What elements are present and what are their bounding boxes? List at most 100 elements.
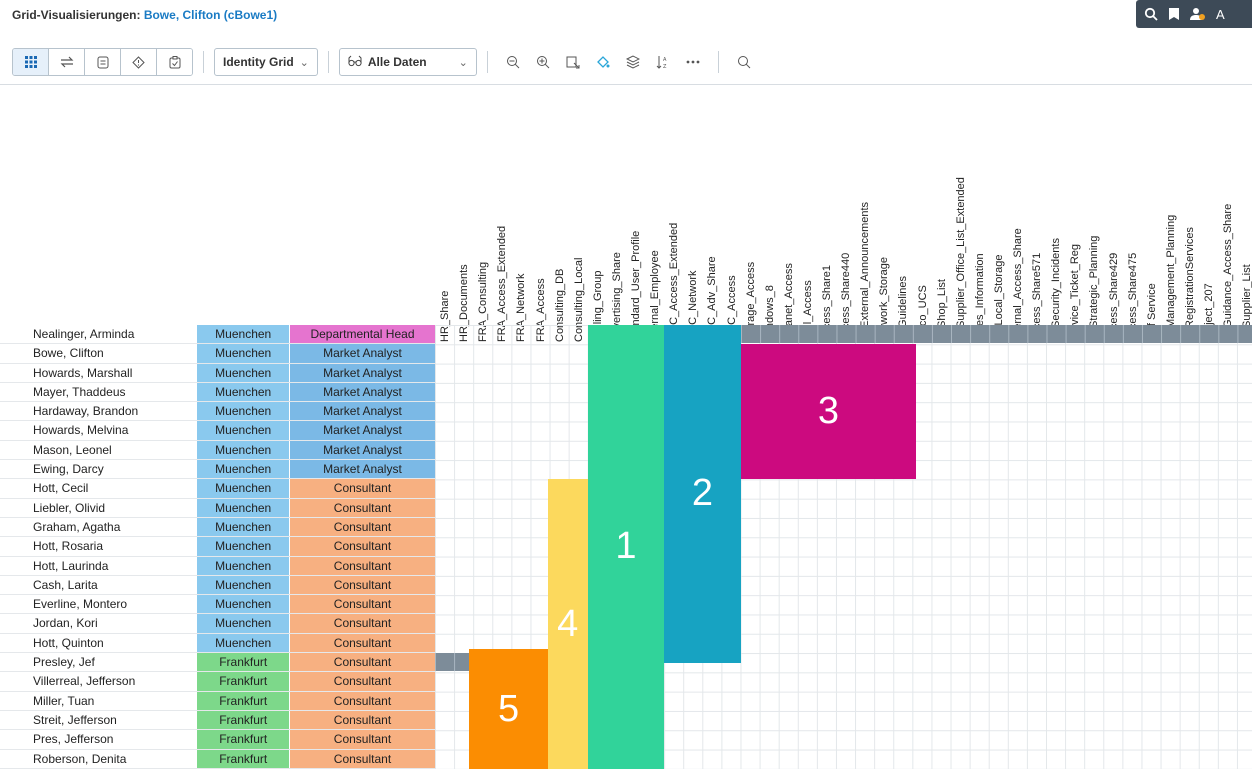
identity-name[interactable]: Roberson, Denita [0, 750, 197, 768]
fill-color-icon[interactable] [590, 49, 616, 75]
table-row[interactable]: Everline, Montero Muenchen Consultant [0, 595, 435, 615]
table-row[interactable]: Liebler, Olivid Muenchen Consultant [0, 498, 435, 518]
column-header[interactable]: R_RegistrationServices [1180, 102, 1199, 342]
column-header[interactable]: Mailing_Group [588, 102, 607, 342]
identity-name[interactable]: Everline, Montero [0, 595, 197, 613]
zoom-out-icon[interactable] [500, 49, 526, 75]
identity-name[interactable]: Streit, Jefferson [0, 711, 197, 729]
table-row[interactable]: Cash, Larita Muenchen Consultant [0, 575, 435, 596]
column-header[interactable]: MUC_Network [683, 102, 702, 342]
grid-cells[interactable]: 1 2 3 45 [435, 325, 1252, 769]
fit-screen-icon[interactable] [560, 49, 586, 75]
identity-name[interactable]: Howards, Marshall [0, 364, 197, 382]
column-header[interactable]: R_Supplier_Office_List_Extended [951, 102, 970, 342]
identity-name[interactable]: Presley, Jef [0, 653, 197, 671]
search-icon[interactable] [731, 49, 757, 75]
table-row[interactable]: Graham, Agatha Muenchen Consultant [0, 517, 435, 538]
column-header[interactable]: Internal_Employee [645, 102, 664, 342]
column-header[interactable]: FRA_Network [511, 102, 530, 342]
identity-name[interactable]: Jordan, Kori [0, 614, 197, 632]
identity-name[interactable]: Graham, Agatha [0, 518, 197, 536]
column-header[interactable]: R_Supplier_List [1237, 102, 1252, 342]
swap-icon[interactable] [49, 49, 85, 75]
grid-view-icon[interactable] [13, 49, 49, 75]
table-row[interactable]: Hott, Laurinda Muenchen Consultant [0, 556, 435, 576]
identity-name[interactable]: Villerreal, Jefferson [0, 672, 197, 690]
column-header[interactable]: Consulting_Local [569, 102, 588, 342]
table-row[interactable]: Streit, Jefferson Frankfurt Consultant [0, 710, 435, 731]
column-header[interactable]: FRA_Consulting [473, 102, 492, 342]
column-header[interactable]: W_Local_Storage [989, 102, 1008, 342]
column-header[interactable]: Access_Share429 [1104, 102, 1123, 342]
column-header[interactable]: Access_Share475 [1123, 102, 1142, 342]
column-header[interactable]: Access_Share571 [1027, 102, 1046, 342]
column-header[interactable]: Network_Storage [874, 102, 893, 342]
sort-icon[interactable]: AZ [650, 49, 676, 75]
column-header[interactable]: Cisco_UCS [913, 102, 932, 342]
table-row[interactable]: Pres, Jefferson Frankfurt Consultant [0, 730, 435, 750]
table-row[interactable]: Villerreal, Jefferson Frankfurt Consultant [0, 672, 435, 692]
column-header[interactable]: Access_Share1 [817, 102, 836, 342]
column-header[interactable]: Consulting_DB [550, 102, 569, 342]
identity-name[interactable]: Hott, Quinton [0, 634, 197, 652]
column-header[interactable]: MUC_Adv_Share [702, 102, 721, 342]
identity-name[interactable]: Cash, Larita [0, 576, 197, 594]
table-row[interactable]: Mason, Leonel Muenchen Market Analyst [0, 440, 435, 461]
table-row[interactable]: Hott, Cecil Muenchen Consultant [0, 479, 435, 499]
title-user-link[interactable]: Bowe, Clifton (cBowe1) [144, 8, 277, 22]
table-row[interactable]: Bowe, Clifton Muenchen Market Analyst [0, 344, 435, 364]
column-header[interactable]: R_External_Announcements [855, 102, 874, 342]
column-header[interactable]: MUC_Access_Extended [664, 102, 683, 342]
identity-name[interactable]: Mason, Leonel [0, 441, 197, 459]
column-header[interactable]: R_Guidance_Access_Share [1218, 102, 1237, 342]
table-row[interactable]: Hardaway, Brandon Muenchen Market Analyst [0, 402, 435, 422]
more-icon[interactable] [680, 49, 706, 75]
cluster-block-1[interactable]: 1 [587, 325, 665, 769]
identity-name[interactable]: Liebler, Olivid [0, 499, 197, 517]
document-icon[interactable] [85, 49, 121, 75]
identity-name[interactable]: Nealinger, Arminda [0, 325, 197, 343]
user-initial[interactable]: A [1216, 7, 1225, 22]
table-row[interactable]: Hott, Rosaria Muenchen Consultant [0, 537, 435, 557]
identity-name[interactable]: Hott, Cecil [0, 479, 197, 497]
column-header[interactable]: Self Service [1142, 102, 1161, 342]
column-header[interactable]: Advertising_Share [607, 102, 626, 342]
column-header[interactable]: R_Strategic_Planning [1084, 102, 1103, 342]
identity-name[interactable]: Hott, Rosaria [0, 537, 197, 555]
column-header[interactable]: HR_Share [435, 102, 454, 342]
identity-name[interactable]: Miller, Tuan [0, 692, 197, 710]
identity-name[interactable]: Hardaway, Brandon [0, 402, 197, 420]
cluster-block-5[interactable]: 5 [469, 649, 548, 769]
search-icon[interactable] [1144, 7, 1158, 21]
column-header[interactable]: R_Guidelines [893, 102, 912, 342]
column-header[interactable]: Intranet_Access [779, 102, 798, 342]
column-header[interactable]: FRA_Access [531, 102, 550, 342]
alert-icon[interactable] [121, 49, 157, 75]
table-row[interactable]: Mayer, Thaddeus Muenchen Market Analyst [0, 382, 435, 403]
table-row[interactable]: Presley, Jef Frankfurt Consultant [0, 653, 435, 673]
column-header[interactable]: Standard_User_Profile [626, 102, 645, 342]
clipboard-check-icon[interactable] [157, 49, 192, 75]
user-icon[interactable] [1190, 7, 1206, 21]
column-header[interactable]: HR_Documents [454, 102, 473, 342]
identity-name[interactable]: Hott, Laurinda [0, 557, 197, 575]
cluster-block-3[interactable]: 3 [740, 344, 917, 480]
column-header[interactable]: FRA_Access_Extended [492, 102, 511, 342]
view-dropdown[interactable]: Identity Grid ⌄ [214, 48, 318, 76]
table-row[interactable]: Ewing, Darcy Muenchen Market Analyst [0, 460, 435, 480]
zoom-in-icon[interactable] [530, 49, 556, 75]
table-row[interactable]: Howards, Marshall Muenchen Market Analyst [0, 363, 435, 383]
table-row[interactable]: Miller, Tuan Frankfurt Consultant [0, 691, 435, 711]
column-header[interactable]: R_Security_Incidents [1046, 102, 1065, 342]
column-header[interactable]: Internal_Access_Share [1008, 102, 1027, 342]
column-header[interactable]: MUC_Access [722, 102, 741, 342]
column-header[interactable]: Access_Share440 [836, 102, 855, 342]
table-row[interactable]: Nealinger, Arminda Muenchen Departmental H… [0, 325, 435, 345]
table-row[interactable]: Jordan, Kori Muenchen Consultant [0, 614, 435, 634]
table-row[interactable]: Roberson, Denita Frankfurt Consultant [0, 749, 435, 769]
column-header[interactable]: Sales_Information [970, 102, 989, 342]
cluster-block-4[interactable]: 4 [547, 479, 588, 769]
identity-name[interactable]: Pres, Jefferson [0, 730, 197, 748]
table-row[interactable]: Howards, Melvina Muenchen Market Analyst [0, 421, 435, 441]
identity-name[interactable]: Howards, Melvina [0, 421, 197, 439]
